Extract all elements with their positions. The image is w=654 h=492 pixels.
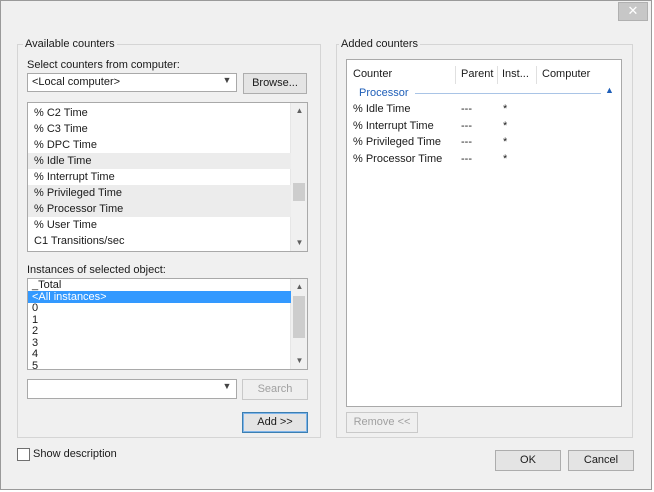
column-header-instance[interactable]: Inst... — [502, 68, 529, 80]
instance-list-item[interactable]: 4 — [28, 348, 291, 360]
instance-list-item[interactable]: _Total — [28, 279, 291, 291]
counter-list-item[interactable]: % C2 Time — [28, 105, 291, 121]
group-header-processor[interactable]: Processor — [359, 87, 409, 99]
computer-select-label: Select counters from computer: — [27, 59, 180, 71]
added-counter-parent-cell[interactable]: --- — [461, 136, 472, 148]
ok-button[interactable]: OK — [495, 450, 561, 471]
instance-list-item[interactable]: 1 — [28, 314, 291, 326]
instance-list-item[interactable]: 2 — [28, 325, 291, 337]
instances-label: Instances of selected object: — [27, 264, 166, 276]
instance-list-item[interactable]: 3 — [28, 337, 291, 349]
close-icon: ✕ — [627, 4, 639, 19]
counter-list-scrollbar[interactable]: ▲ ▼ — [290, 103, 307, 251]
column-header-parent[interactable]: Parent — [461, 68, 493, 80]
instance-list[interactable]: ▲ ▼ _Total <All instances> 0 1 2 3 4 5 — [27, 278, 308, 370]
counter-list-item[interactable]: C1 Transitions/sec — [28, 233, 291, 249]
counter-list-item[interactable]: % C3 Time — [28, 121, 291, 137]
close-button[interactable]: ✕ — [618, 2, 648, 21]
counter-list-item[interactable]: % DPC Time — [28, 137, 291, 153]
added-counter-counter-cell[interactable]: % Privileged Time — [353, 136, 441, 148]
scrollbar-thumb[interactable] — [293, 296, 305, 338]
browse-button[interactable]: Browse... — [243, 73, 307, 94]
added-counter-instance-cell[interactable]: * — [503, 153, 507, 165]
counter-list-item[interactable]: % Interrupt Time — [28, 169, 291, 185]
column-separator — [497, 66, 498, 84]
collapse-group-icon[interactable]: ▲ — [605, 85, 614, 95]
show-description-checkbox[interactable] — [17, 448, 30, 461]
chevron-down-icon: ▼ — [222, 75, 232, 85]
counter-list[interactable]: ▲ ▼ % C2 Time% C3 Time% DPC Time% Idle T… — [27, 102, 308, 252]
instance-list-item[interactable]: 5 — [28, 360, 291, 370]
added-counter-counter-cell[interactable]: % Idle Time — [353, 103, 410, 115]
column-separator — [455, 66, 456, 84]
scroll-down-icon[interactable]: ▼ — [291, 353, 307, 369]
instance-list-item[interactable]: <All instances> — [28, 290, 291, 303]
counter-list-item[interactable]: % User Time — [28, 217, 291, 233]
remove-button[interactable]: Remove << — [346, 412, 418, 433]
instance-list-item[interactable]: 0 — [28, 302, 291, 314]
added-counter-instance-cell[interactable]: * — [503, 103, 507, 115]
column-header-counter[interactable]: Counter — [353, 68, 392, 80]
available-counters-title: Available counters — [23, 38, 117, 50]
counter-list-item[interactable]: % Idle Time — [28, 153, 291, 169]
chevron-down-icon: ▼ — [222, 381, 232, 391]
instance-list-scrollbar[interactable]: ▲ ▼ — [290, 279, 307, 369]
add-counters-dialog: ✕ Available counters Select counters fro… — [0, 0, 652, 490]
counter-list-item[interactable]: % Privileged Time — [28, 185, 291, 201]
cancel-button[interactable]: Cancel — [568, 450, 634, 471]
add-button[interactable]: Add >> — [242, 412, 308, 433]
show-description-label[interactable]: Show description — [33, 448, 117, 460]
counter-list-item[interactable]: % Processor Time — [28, 201, 291, 217]
added-counter-instance-cell[interactable]: * — [503, 136, 507, 148]
added-counters-title: Added counters — [339, 38, 421, 50]
search-combo[interactable]: ▼ — [27, 379, 237, 399]
scroll-down-icon[interactable]: ▼ — [291, 235, 307, 251]
added-counter-parent-cell[interactable]: --- — [461, 120, 472, 132]
search-button[interactable]: Search — [242, 379, 308, 400]
column-separator — [536, 66, 537, 84]
group-header-divider — [415, 93, 601, 94]
added-counter-parent-cell[interactable]: --- — [461, 103, 472, 115]
scroll-up-icon[interactable]: ▲ — [291, 103, 307, 119]
scrollbar-thumb[interactable] — [293, 183, 305, 201]
column-header-computer[interactable]: Computer — [542, 68, 590, 80]
added-counter-parent-cell[interactable]: --- — [461, 153, 472, 165]
computer-select[interactable]: <Local computer> ▼ — [27, 73, 237, 92]
added-counter-counter-cell[interactable]: % Processor Time — [353, 153, 442, 165]
added-counter-instance-cell[interactable]: * — [503, 120, 507, 132]
added-counters-list[interactable]: Counter Parent Inst... Computer Processo… — [346, 59, 622, 407]
scroll-up-icon[interactable]: ▲ — [291, 279, 307, 295]
added-counter-counter-cell[interactable]: % Interrupt Time — [353, 120, 434, 132]
computer-select-value: <Local computer> — [32, 76, 121, 88]
